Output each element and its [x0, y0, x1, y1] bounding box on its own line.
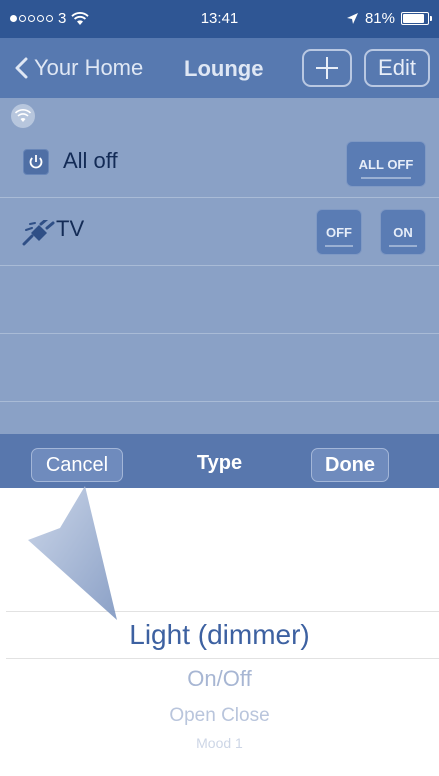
- status-bar: 3 13:41 81%: [0, 0, 439, 38]
- battery-percent: 81%: [364, 10, 395, 27]
- location-arrow-icon: [346, 13, 358, 24]
- list-item-all-off: All off ALL OFF: [0, 130, 439, 198]
- status-right: 81%: [346, 10, 432, 27]
- add-button[interactable]: [302, 49, 352, 87]
- picker-option-partial: [0, 750, 439, 762]
- edit-button[interactable]: Edit: [364, 49, 430, 87]
- list-item: [0, 266, 439, 334]
- all-off-button[interactable]: ALL OFF: [346, 141, 426, 187]
- tv-off-button[interactable]: OFF: [316, 209, 362, 255]
- back-label: Your Home: [34, 55, 144, 80]
- list-item: [0, 334, 439, 402]
- picker-option-selected[interactable]: Light (dimmer): [0, 619, 439, 651]
- tv-on-button[interactable]: ON: [380, 209, 426, 255]
- picker-option[interactable]: Open Close: [0, 705, 439, 727]
- picker-toolbar: Cancel Type Done: [0, 434, 439, 488]
- device-label: TV: [56, 216, 85, 241]
- page-title: Lounge: [184, 56, 264, 81]
- selection-bottom-line: [6, 658, 439, 659]
- type-picker[interactable]: Light (dimmer) On/Off Open Close Mood 1: [0, 488, 439, 776]
- back-button[interactable]: Your Home: [14, 55, 143, 81]
- power-icon: [23, 149, 49, 175]
- wifi-status-icon: [11, 104, 35, 128]
- battery-icon: [401, 12, 432, 25]
- picker-option[interactable]: Mood 1: [0, 735, 439, 751]
- device-label: All off: [63, 148, 118, 173]
- done-button[interactable]: Done: [311, 448, 389, 482]
- plus-icon: [316, 57, 338, 79]
- navigation-bar: Your Home Lounge Edit: [0, 38, 439, 98]
- battery-level: [403, 14, 425, 23]
- device-list: All off ALL OFF TV OFF ON: [0, 98, 439, 434]
- selection-top-line: [6, 611, 439, 612]
- list-item-tv: TV OFF ON: [0, 198, 439, 266]
- picker-option[interactable]: On/Off: [0, 666, 439, 692]
- chevron-left-icon: [15, 57, 28, 79]
- plug-icon: [22, 217, 56, 251]
